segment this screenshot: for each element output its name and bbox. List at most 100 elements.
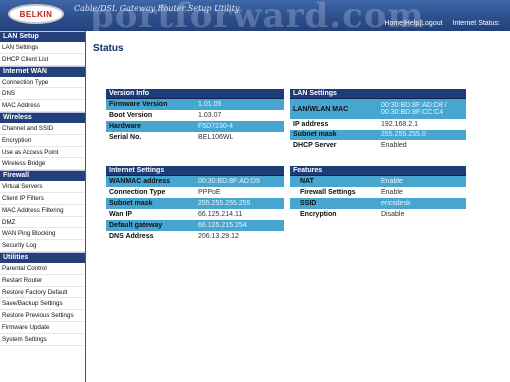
help-link[interactable]: Help xyxy=(405,20,419,27)
row-label: Firewall Settings xyxy=(290,187,378,198)
table-row: IP address 192.168.2.1 xyxy=(290,119,466,130)
table-row: Hardware F5D7230-4 xyxy=(106,121,284,132)
row-value: 255.255.255.0 xyxy=(378,129,466,140)
row-label: Subnet mask xyxy=(290,129,378,140)
internet-settings-panel: Internet Settings WANMAC address 00:30:B… xyxy=(106,166,284,242)
nav-item-wan-ping-blocking[interactable]: WAN Ping Blocking xyxy=(0,228,85,241)
row-value: 206.13.29.12 xyxy=(195,231,284,242)
version-info-panel: Version Info Firmware Version 1.01.05 Bo… xyxy=(106,89,284,143)
logout-link[interactable]: Logout xyxy=(421,20,442,27)
home-link[interactable]: Home xyxy=(384,20,403,27)
row-label: SSID xyxy=(290,198,378,209)
row-label: Hardware xyxy=(106,121,195,132)
top-links: Home|Help|Logout Internet Status: xyxy=(384,20,500,27)
features-table: NAT Enable Firewall Settings Enable SSID… xyxy=(290,176,466,220)
row-value: 66.125.214.11 xyxy=(195,209,284,220)
internet-status-label: Internet Status: xyxy=(452,20,500,27)
row-value: Enable xyxy=(378,187,466,198)
table-row: Serial No. BEL106WL xyxy=(106,132,284,143)
lan-settings-table: LAN/WLAN MAC 00:30:BD:8F:AD:D8 / 00:30:B… xyxy=(290,99,466,151)
nav-item-mac-filtering[interactable]: MAC Address Filtering xyxy=(0,205,85,217)
lan-settings-header: LAN Settings xyxy=(290,89,466,99)
row-value: 00:30:BD:8F:AD:D8 / 00:30:BD:8F:CC:C4 xyxy=(378,99,466,119)
nav-item-system-settings[interactable]: System Settings xyxy=(0,334,85,346)
row-value: 1.03.07 xyxy=(195,110,284,121)
nav-section-wireless[interactable]: Wireless xyxy=(0,111,85,123)
row-value: Enabled xyxy=(378,140,466,151)
nav-item-virtual-servers[interactable]: Virtual Servers xyxy=(0,181,85,193)
app-title: Cable/DSL Gateway Router Setup Utility xyxy=(74,4,240,13)
row-value: PPPoE xyxy=(195,187,284,198)
row-value: F5D7230-4 xyxy=(195,121,284,132)
version-info-header: Version Info xyxy=(106,89,284,99)
table-row: Boot Version 1.03.07 xyxy=(106,110,284,121)
nav-item-access-point[interactable]: Use as Access Point xyxy=(0,147,85,159)
features-panel: Features NAT Enable Firewall Settings En… xyxy=(290,166,466,220)
table-row: NAT Enable xyxy=(290,176,466,187)
logo-text: BELKIN xyxy=(19,9,53,19)
row-value: 66.125.215.254 xyxy=(195,220,284,231)
row-label: Serial No. xyxy=(106,132,195,143)
row-value: 1.01.05 xyxy=(195,99,284,110)
sidebar-nav: LAN Setup LAN Settings DHCP Client List … xyxy=(0,31,86,382)
nav-item-dmz[interactable]: DMZ xyxy=(0,217,85,229)
row-label: Wan IP xyxy=(106,209,195,220)
row-label: NAT xyxy=(290,176,378,187)
nav-item-firmware-update[interactable]: Firmware Update xyxy=(0,322,85,334)
nav-item-lan-settings[interactable]: LAN Settings xyxy=(0,42,85,54)
nav-item-restore-previous[interactable]: Restore Previous Settings xyxy=(0,310,85,322)
top-banner: portforward.com BELKIN Cable/DSL Gateway… xyxy=(0,0,510,31)
row-value: 00:30:BD:8F:AD:D9 xyxy=(195,176,284,187)
table-row: Subnet mask 255.255.255.0 xyxy=(290,129,466,140)
features-header: Features xyxy=(290,166,466,176)
nav-section-utilities[interactable]: Utilities xyxy=(0,251,85,263)
row-value: BEL106WL xyxy=(195,132,284,143)
nav-item-wireless-bridge[interactable]: Wireless Bridge xyxy=(0,158,85,171)
nav-section-internet-wan[interactable]: Internet WAN xyxy=(0,65,85,77)
nav-item-restore-factory[interactable]: Restore Factory Default xyxy=(0,287,85,299)
row-label: Subnet mask xyxy=(106,198,195,209)
row-value: ericsdesk xyxy=(378,198,466,209)
row-label: DNS Address xyxy=(106,231,195,242)
row-label: DHCP Server xyxy=(290,140,378,151)
nav-item-restart-router[interactable]: Restart Router xyxy=(0,275,85,287)
row-label: Boot Version xyxy=(106,110,195,121)
nav-item-security-log[interactable]: Security Log xyxy=(0,240,85,252)
row-value: 255.255.255.255 xyxy=(195,198,284,209)
nav-item-encryption[interactable]: Encryption xyxy=(0,135,85,147)
table-row: Firewall Settings Enable xyxy=(290,187,466,198)
page-title: Status xyxy=(93,43,124,54)
row-label: Firmware Version xyxy=(106,99,195,110)
nav-item-dns[interactable]: DNS xyxy=(0,88,85,101)
belkin-logo: BELKIN xyxy=(8,4,64,24)
table-row: Default gateway 66.125.215.254 xyxy=(106,220,284,231)
row-label: LAN/WLAN MAC xyxy=(290,99,378,119)
table-row: SSID ericsdesk xyxy=(290,198,466,209)
nav-item-parental-control[interactable]: Parental Control xyxy=(0,263,85,275)
nav-item-connection-type[interactable]: Connection Type xyxy=(0,77,85,89)
nav-item-dhcp-client-list[interactable]: DHCP Client List xyxy=(0,54,85,66)
internet-settings-header: Internet Settings xyxy=(106,166,284,176)
nav-item-channel-ssid[interactable]: Channel and SSID xyxy=(0,123,85,135)
table-row: Subnet mask 255.255.255.255 xyxy=(106,198,284,209)
version-info-table: Firmware Version 1.01.05 Boot Version 1.… xyxy=(106,99,284,143)
table-row: Connection Type PPPoE xyxy=(106,187,284,198)
nav-item-mac-address[interactable]: MAC Address xyxy=(0,100,85,112)
row-value: 192.168.2.1 xyxy=(378,119,466,130)
row-label: Encryption xyxy=(290,209,378,220)
table-row: LAN/WLAN MAC 00:30:BD:8F:AD:D8 / 00:30:B… xyxy=(290,99,466,119)
row-value: Disable xyxy=(378,209,466,220)
nav-item-save-backup[interactable]: Save/Backup Settings xyxy=(0,298,85,311)
table-row: Wan IP 66.125.214.11 xyxy=(106,209,284,220)
table-row: Firmware Version 1.01.05 xyxy=(106,99,284,110)
row-label: Default gateway xyxy=(106,220,195,231)
nav-item-client-ip-filters[interactable]: Client IP Filters xyxy=(0,193,85,205)
row-label: Connection Type xyxy=(106,187,195,198)
nav-section-lan-setup[interactable]: LAN Setup xyxy=(0,31,85,42)
table-row: Encryption Disable xyxy=(290,209,466,220)
table-row: DHCP Server Enabled xyxy=(290,140,466,151)
row-label: IP address xyxy=(290,119,378,130)
nav-section-firewall[interactable]: Firewall xyxy=(0,170,85,182)
row-label: WANMAC address xyxy=(106,176,195,187)
lan-settings-panel: LAN Settings LAN/WLAN MAC 00:30:BD:8F:AD… xyxy=(290,89,466,151)
